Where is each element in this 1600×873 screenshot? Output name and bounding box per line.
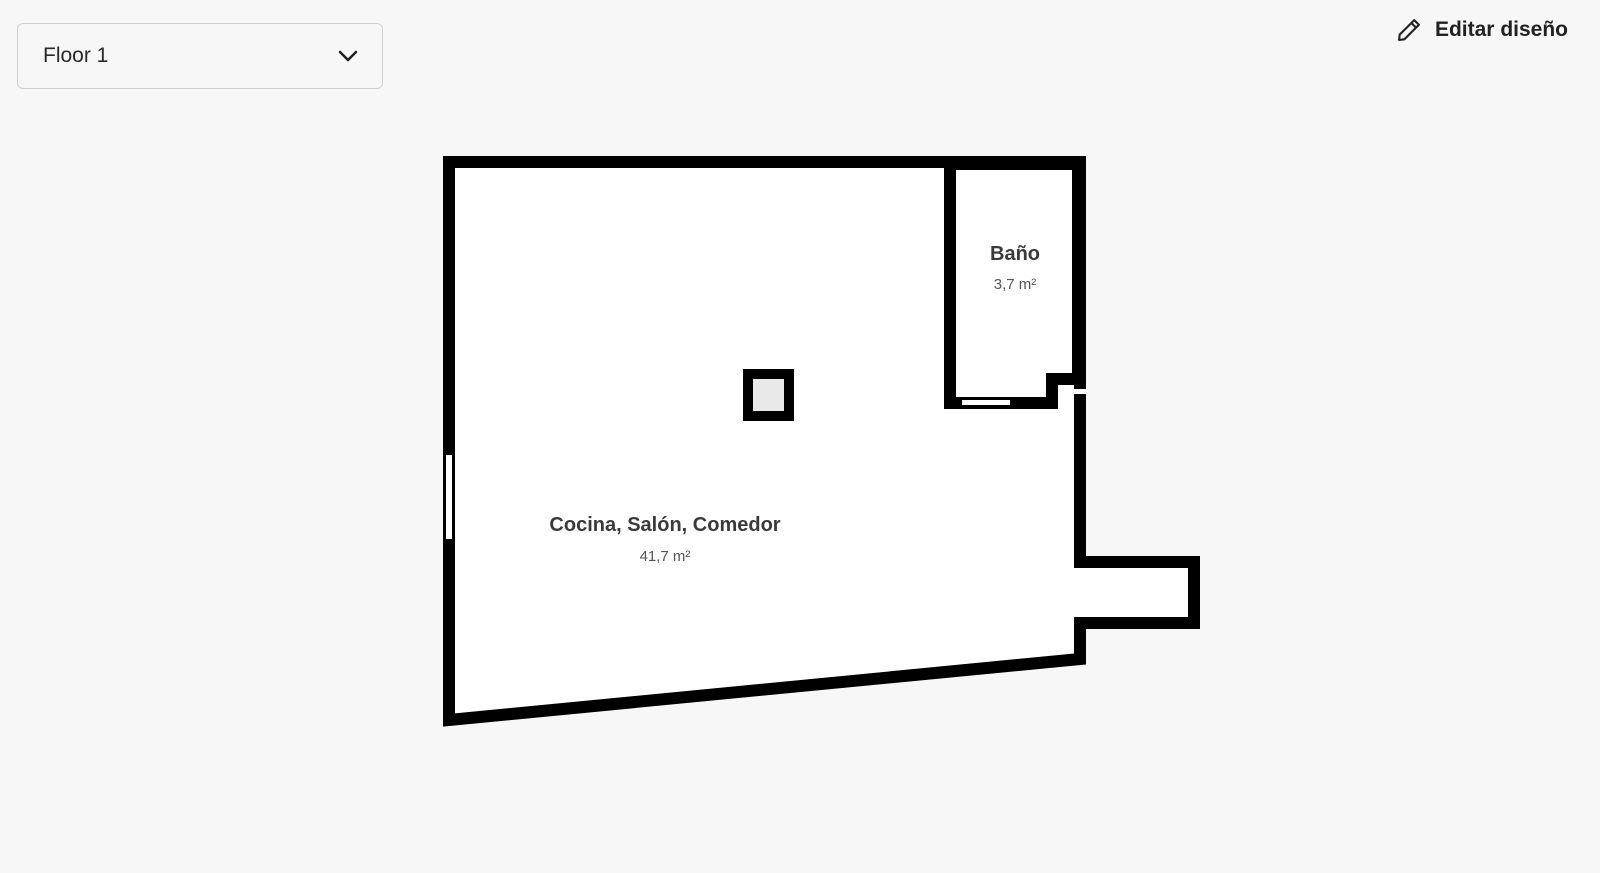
room-bano[interactable]: Baño 3,7 m² <box>944 158 1084 409</box>
bathroom-door <box>962 400 1010 405</box>
room-area: 41,7 m² <box>640 548 691 565</box>
room-area: 3,7 m² <box>994 276 1037 293</box>
room-name: Cocina, Salón, Comedor <box>549 514 780 536</box>
window <box>446 455 452 539</box>
floor-plan: Cocina, Salón, Comedor 41,7 m² Baño 3,7 … <box>443 156 1200 727</box>
column <box>743 369 794 421</box>
room-name: Baño <box>990 243 1040 265</box>
wall-opening <box>1058 389 1086 394</box>
